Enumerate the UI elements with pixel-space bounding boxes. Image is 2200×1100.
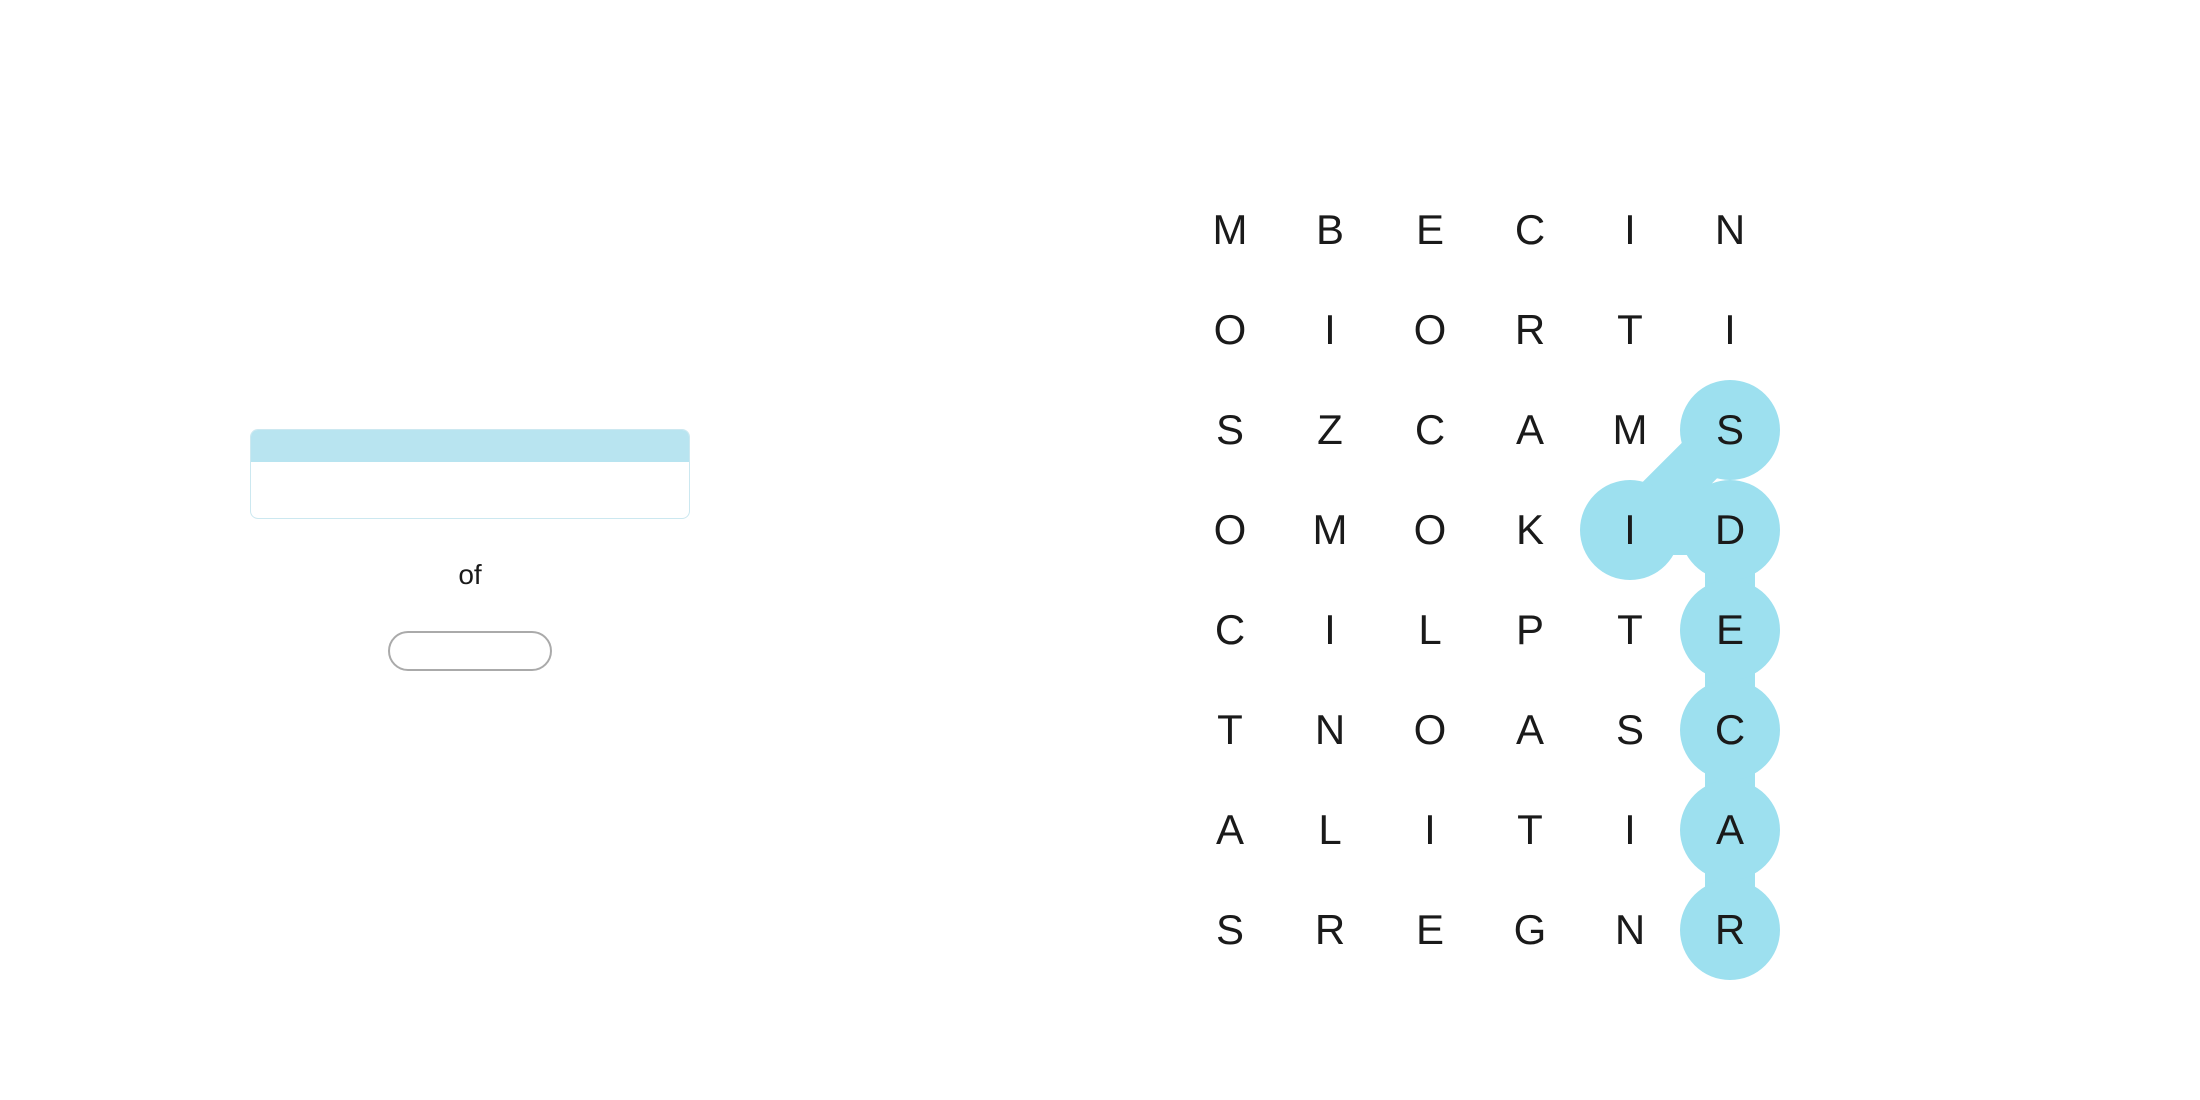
grid-cell[interactable]: I [1280, 280, 1380, 380]
left-panel: of [120, 429, 820, 671]
theme-card [250, 429, 690, 519]
grid-cell[interactable]: G [1480, 880, 1580, 980]
grid-cell[interactable]: P [1480, 580, 1580, 680]
grid-cell[interactable]: I [1280, 580, 1380, 680]
grid-cell[interactable]: I [1380, 780, 1480, 880]
grid-cell[interactable]: O [1380, 280, 1480, 380]
grid-wrapper: MBECINOIORTISZCAMSOMOKIDCILPTETNOASCALIT… [1180, 180, 1780, 980]
grid-cell[interactable]: I [1580, 780, 1680, 880]
grid-cell[interactable]: S [1180, 380, 1280, 480]
grid-cell[interactable]: A [1480, 380, 1580, 480]
grid-cell[interactable]: D [1680, 480, 1780, 580]
grid-cell[interactable]: L [1280, 780, 1380, 880]
grid-cell[interactable]: A [1480, 680, 1580, 780]
grid-cell[interactable]: Z [1280, 380, 1380, 480]
letter-grid[interactable]: MBECINOIORTISZCAMSOMOKIDCILPTETNOASCALIT… [1180, 180, 1780, 980]
grid-cell[interactable]: E [1680, 580, 1780, 680]
grid-cell[interactable]: B [1280, 180, 1380, 280]
grid-cell[interactable]: M [1280, 480, 1380, 580]
right-panel: MBECINOIORTISZCAMSOMOKIDCILPTETNOASCALIT… [880, 120, 2080, 980]
grid-cell[interactable]: S [1180, 880, 1280, 980]
grid-cell[interactable]: I [1580, 480, 1680, 580]
grid-cell[interactable]: T [1480, 780, 1580, 880]
grid-cell[interactable]: R [1480, 280, 1580, 380]
grid-cell[interactable]: T [1180, 680, 1280, 780]
grid-cell[interactable]: S [1580, 680, 1680, 780]
grid-cell[interactable]: C [1180, 580, 1280, 680]
grid-cell[interactable]: I [1580, 180, 1680, 280]
hint-button[interactable] [388, 631, 552, 671]
grid-cell[interactable]: E [1380, 880, 1480, 980]
grid-cell[interactable]: O [1380, 480, 1480, 580]
grid-cell[interactable]: A [1680, 780, 1780, 880]
theme-value [251, 462, 689, 518]
grid-cell[interactable]: N [1580, 880, 1680, 980]
grid-cell[interactable]: R [1680, 880, 1780, 980]
grid-cell[interactable]: C [1680, 680, 1780, 780]
grid-cell[interactable]: R [1280, 880, 1380, 980]
grid-cell[interactable]: O [1180, 280, 1280, 380]
grid-cell[interactable]: L [1380, 580, 1480, 680]
grid-cell[interactable]: C [1480, 180, 1580, 280]
grid-cell[interactable]: E [1380, 180, 1480, 280]
grid-cell[interactable]: K [1480, 480, 1580, 580]
grid-cell[interactable]: N [1680, 180, 1780, 280]
grid-cell[interactable]: A [1180, 780, 1280, 880]
grid-cell[interactable]: C [1380, 380, 1480, 480]
theme-label [251, 430, 689, 462]
grid-cell[interactable]: M [1180, 180, 1280, 280]
grid-cell[interactable]: O [1180, 480, 1280, 580]
grid-cell[interactable]: T [1580, 280, 1680, 380]
progress-text: of [458, 559, 481, 591]
grid-cell[interactable]: O [1380, 680, 1480, 780]
grid-cell[interactable]: S [1680, 380, 1780, 480]
grid-cell[interactable]: N [1280, 680, 1380, 780]
grid-cell[interactable]: T [1580, 580, 1680, 680]
grid-cell[interactable]: M [1580, 380, 1680, 480]
grid-cell[interactable]: I [1680, 280, 1780, 380]
